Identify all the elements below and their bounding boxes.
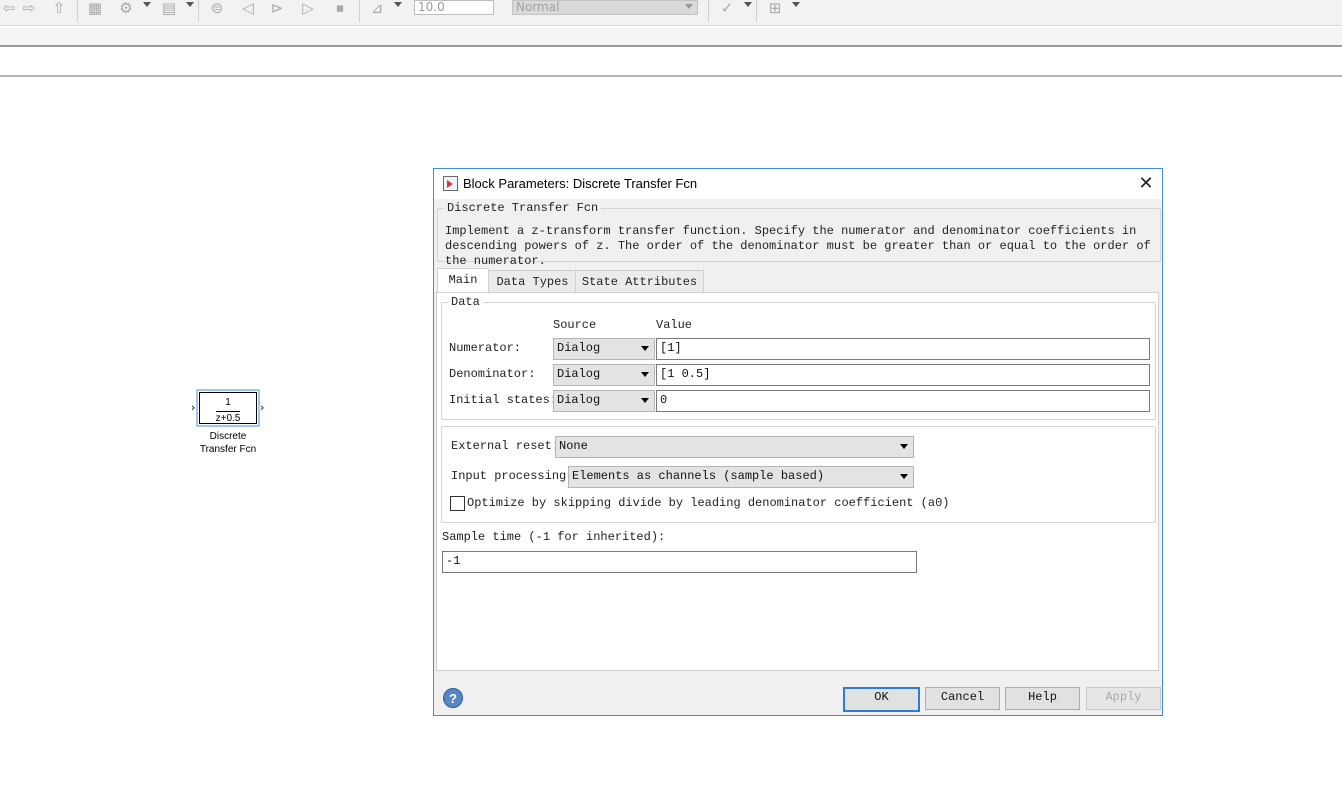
stop-time-input[interactable]: 10.0 bbox=[414, 0, 494, 15]
denominator-source-value: Dialog bbox=[557, 367, 601, 381]
chevron-down-icon bbox=[641, 346, 649, 351]
cancel-button[interactable]: Cancel bbox=[925, 687, 1000, 710]
optimize-label: Optimize by skipping divide by leading d… bbox=[467, 496, 950, 510]
step-forward-icon[interactable]: ▷ bbox=[297, 0, 319, 17]
check-icon[interactable]: ✓ bbox=[716, 0, 738, 17]
simulation-mode-select[interactable]: Normal bbox=[512, 0, 698, 15]
settings-dropdown-icon[interactable] bbox=[143, 2, 151, 7]
block-label: Discrete Transfer Fcn bbox=[180, 430, 276, 456]
up-icon[interactable]: ⇧ bbox=[50, 0, 68, 17]
run-icon[interactable]: ⊳ bbox=[266, 0, 288, 17]
tab-main[interactable]: Main bbox=[437, 268, 489, 294]
chevron-down-icon bbox=[900, 444, 908, 449]
model-explorer-icon[interactable]: ▤ bbox=[157, 0, 181, 17]
numerator-source-select[interactable]: Dialog bbox=[553, 338, 655, 360]
dialog-titlebar[interactable]: Block Parameters: Discrete Transfer Fcn … bbox=[434, 169, 1162, 199]
help-icon[interactable]: ? bbox=[443, 688, 463, 708]
undo-icon[interactable]: ⇦ bbox=[2, 0, 16, 17]
output-port-icon[interactable]: › bbox=[260, 402, 264, 413]
toolbar-separator bbox=[756, 0, 757, 22]
block-description: Implement a z-transform transfer functio… bbox=[445, 224, 1151, 268]
numerator-field[interactable]: [1] bbox=[656, 338, 1150, 360]
toolbar-separator bbox=[198, 0, 199, 22]
numerator-label: Numerator: bbox=[449, 341, 522, 355]
block-parameters-dialog: Block Parameters: Discrete Transfer Fcn … bbox=[433, 168, 1163, 716]
explorer-dropdown-icon[interactable] bbox=[186, 2, 194, 7]
denominator-source-select[interactable]: Dialog bbox=[553, 364, 655, 386]
toolbar-separator bbox=[77, 0, 78, 22]
chevron-down-icon bbox=[641, 398, 649, 403]
dialog-title: Block Parameters: Discrete Transfer Fcn bbox=[463, 176, 698, 191]
block-label-line2: Transfer Fcn bbox=[199, 444, 257, 455]
external-reset-label: External reset: bbox=[451, 439, 560, 453]
redo-icon[interactable]: ⇨ bbox=[20, 0, 38, 17]
external-reset-select[interactable]: None bbox=[555, 436, 914, 458]
toolbar-separator bbox=[708, 0, 709, 22]
toolbar-separator bbox=[359, 0, 360, 22]
stop-icon[interactable]: ⏹ bbox=[329, 0, 351, 17]
chevron-down-icon bbox=[685, 4, 693, 9]
simulink-icon bbox=[443, 176, 458, 191]
toolbar: ⇦ ⇨ ⇧ ▦ ⚙ ▤ ⊜ ◁ ⊳ ▷ ⏹ ⊿ 10.0 Normal ✓ ⊞ bbox=[0, 0, 1342, 26]
sample-time-field[interactable]: -1 bbox=[442, 551, 917, 573]
denominator-field[interactable]: [1 0.5] bbox=[656, 364, 1150, 386]
link-icon[interactable]: ⊜ bbox=[205, 0, 229, 17]
ok-button[interactable]: OK bbox=[843, 687, 920, 712]
denominator-label: Denominator: bbox=[449, 367, 536, 381]
help-button[interactable]: Help bbox=[1005, 687, 1080, 710]
settings-icon[interactable]: ⚙ bbox=[115, 0, 137, 17]
description-group-title: Discrete Transfer Fcn bbox=[444, 201, 602, 215]
grid-dropdown-icon[interactable] bbox=[792, 2, 800, 7]
input-processing-value: Elements as channels (sample based) bbox=[572, 469, 825, 483]
external-reset-value: None bbox=[559, 439, 588, 453]
value-column-header: Value bbox=[656, 318, 693, 332]
chevron-down-icon bbox=[900, 474, 908, 479]
block-numerator: 1 bbox=[225, 397, 231, 408]
input-processing-label: Input processing: bbox=[451, 469, 574, 483]
discrete-transfer-fcn-block[interactable]: 1 z+0.5 bbox=[196, 389, 260, 427]
tab-state-attributes[interactable]: State Attributes bbox=[575, 270, 704, 293]
fraction-bar bbox=[216, 411, 240, 412]
grid-icon[interactable]: ⊞ bbox=[763, 0, 787, 17]
tab-data-types[interactable]: Data Types bbox=[488, 270, 577, 293]
optimize-checkbox[interactable] bbox=[450, 496, 465, 511]
check-dropdown-icon[interactable] bbox=[744, 2, 752, 7]
close-icon[interactable]: ✕ bbox=[1134, 172, 1158, 194]
chevron-down-icon bbox=[641, 372, 649, 377]
apply-button[interactable]: Apply bbox=[1086, 687, 1161, 710]
block-body: 1 z+0.5 bbox=[199, 392, 257, 424]
initial-states-source-value: Dialog bbox=[557, 393, 601, 407]
sample-time-label: Sample time (-1 for inherited): bbox=[442, 530, 666, 544]
address-bar bbox=[0, 27, 1342, 47]
block-label-line1: Discrete bbox=[209, 431, 247, 442]
numerator-source-value: Dialog bbox=[557, 341, 601, 355]
initial-states-source-select[interactable]: Dialog bbox=[553, 390, 655, 412]
scope-icon[interactable]: ⊿ bbox=[365, 0, 389, 17]
initial-states-label: Initial states: bbox=[449, 393, 558, 407]
input-processing-select[interactable]: Elements as channels (sample based) bbox=[568, 466, 914, 488]
input-port-icon[interactable]: › bbox=[191, 402, 195, 413]
scope-dropdown-icon[interactable] bbox=[394, 2, 402, 7]
block-denominator: z+0.5 bbox=[215, 413, 241, 424]
source-column-header: Source bbox=[553, 318, 597, 332]
simulation-mode-value: Normal bbox=[516, 0, 560, 14]
step-back-icon[interactable]: ◁ bbox=[237, 0, 259, 17]
data-group-title: Data bbox=[448, 295, 483, 309]
main-tab-panel: Data Source Value Numerator: Dialog [1] … bbox=[436, 292, 1159, 671]
explorer-bar bbox=[0, 49, 1342, 77]
initial-states-field[interactable]: 0 bbox=[656, 390, 1150, 412]
library-icon[interactable]: ▦ bbox=[84, 0, 106, 17]
